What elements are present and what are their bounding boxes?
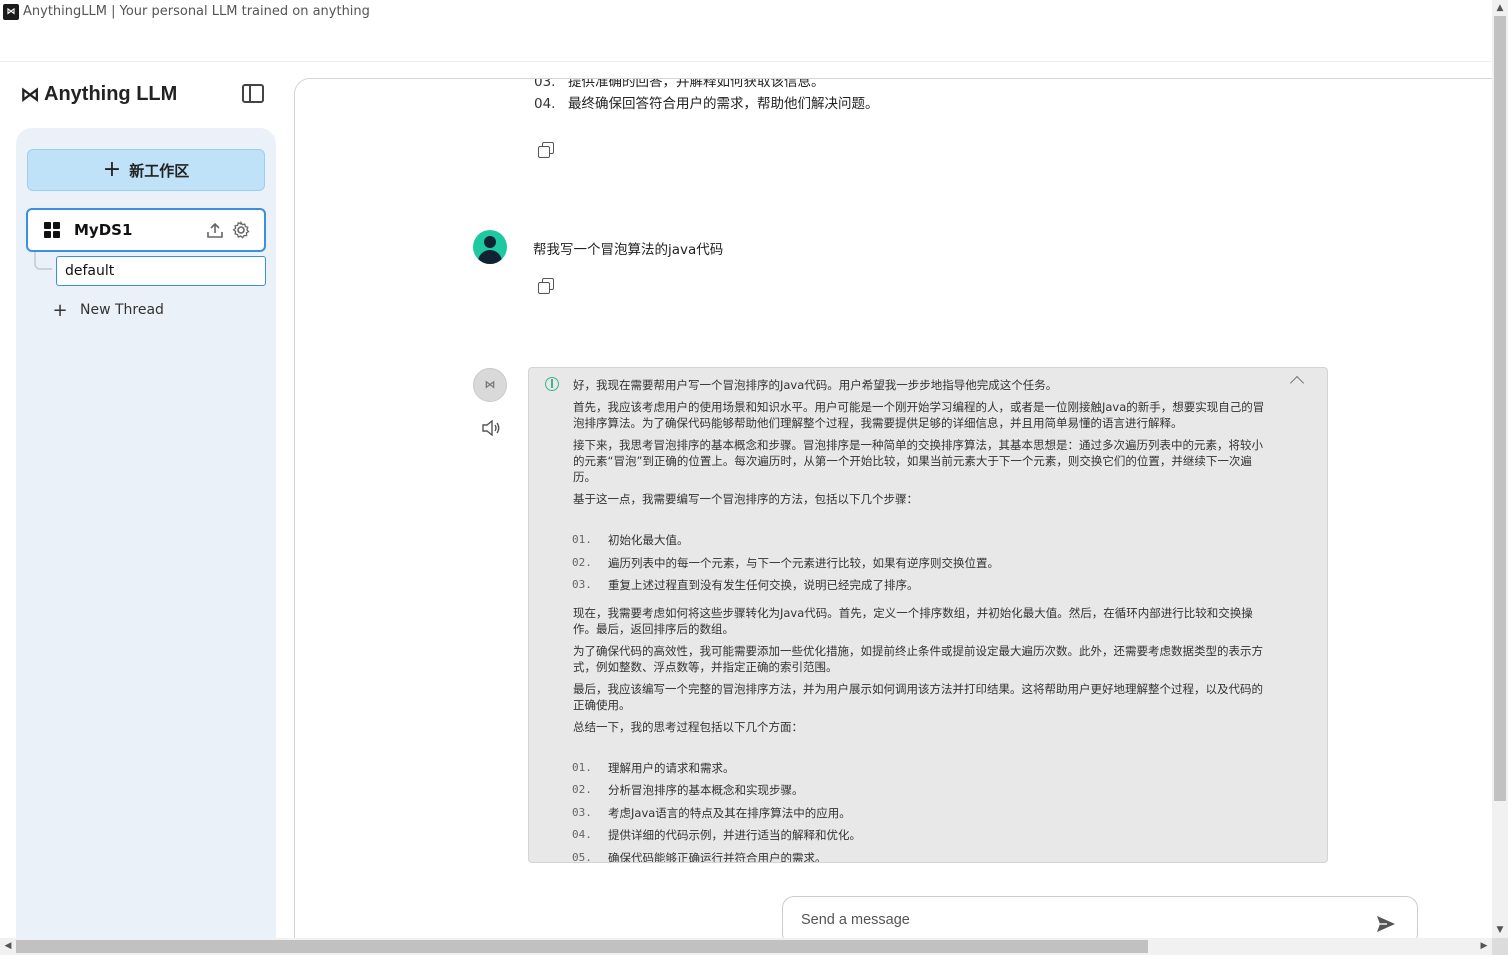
thinking-content: 好，我现在需要帮用户写一个冒泡排序的Java代码。用户希望我一步步地指导他完成这… xyxy=(572,377,1273,863)
thinking-paragraph: 最后，我应该编写一个完整的冒泡排序方法，并为用户展示如何调用该方法并打印结果。这… xyxy=(573,681,1263,712)
copy-icon[interactable] xyxy=(538,278,554,294)
thinking-paragraph: 为了确保代码的高效性，我可能需要添加一些优化措施，如提前终止条件或提前设定最大遍… xyxy=(573,643,1263,674)
app-logo: ⋈ Anything LLM xyxy=(20,80,177,108)
list-item: 04. 最终确保回答符合用户的需求，帮助他们解决问题。 xyxy=(534,96,879,112)
logo-text: Anything LLM xyxy=(44,82,178,105)
gear-icon[interactable] xyxy=(232,221,250,239)
list-item: 03. 重复上述过程直到没有发生任何交换，说明已经完成了排序。 xyxy=(572,578,919,592)
thinking-paragraph: 好，我现在需要帮用户写一个冒泡排序的Java代码。用户希望我一步步地指导他完成这… xyxy=(573,378,1058,392)
scroll-right-icon[interactable]: ▶ xyxy=(1476,938,1492,955)
user-avatar xyxy=(473,230,507,264)
list-item: 01. 理解用户的请求和需求。 xyxy=(572,760,735,775)
scrollbar-corner xyxy=(1492,938,1508,955)
send-icon[interactable] xyxy=(1376,915,1396,933)
sidebar-toggle-icon[interactable] xyxy=(242,84,264,103)
thread-item-default[interactable]: default xyxy=(56,256,266,286)
vertical-scrollbar[interactable]: ▲ ▼ xyxy=(1492,0,1508,938)
list-item: 04. 提供详细的代码示例，并进行适当的解释和优化。 xyxy=(572,828,861,842)
message-input[interactable] xyxy=(801,909,1361,931)
list-item: 03. 提供准确的回答，并解释如何获取该信息。 xyxy=(534,78,825,90)
horizontal-scrollbar[interactable]: ◀ ▶ xyxy=(0,938,1492,955)
user-message: 帮我写一个冒泡算法的java代码 xyxy=(533,242,724,258)
message-composer xyxy=(782,896,1418,940)
thinking-paragraph: 基于这一点，我需要编写一个冒泡排序的方法，包括以下几个步骤： xyxy=(573,492,918,506)
new-thread-label: New Thread xyxy=(80,302,164,318)
new-workspace-label: 新工作区 xyxy=(129,161,190,180)
thread-connector xyxy=(34,252,52,270)
new-thread-button[interactable]: + New Thread xyxy=(52,298,164,322)
app-logo-icon: ⋈ xyxy=(3,4,19,20)
list-item: 02. 分析冒泡排序的基本概念和实现步骤。 xyxy=(572,783,804,797)
list-item: 03. 考虑Java语言的特点及其在排序算法中的应用。 xyxy=(572,805,851,820)
speaker-icon[interactable] xyxy=(481,420,501,436)
vertical-scrollbar-thumb[interactable] xyxy=(1494,16,1506,801)
brain-icon xyxy=(545,377,559,391)
plus-icon: + xyxy=(52,299,68,321)
thinking-paragraph: 总结一下，我的思考过程包括以下几个方面： xyxy=(573,719,803,734)
plus-icon: + xyxy=(102,157,122,182)
copy-icon[interactable] xyxy=(538,142,554,158)
list-item: 02. 遍历列表中的每一个元素，与下一个元素进行比较，如果有逆序则交换位置。 xyxy=(572,555,999,570)
workspace-grid-icon xyxy=(44,222,60,238)
chevron-up-icon[interactable] xyxy=(1289,375,1305,391)
bot-avatar: ⋈ xyxy=(473,368,507,402)
logo-mark-icon: ⋈ xyxy=(20,82,40,106)
workspace-item-myds1[interactable]: MyDS1 xyxy=(26,208,266,252)
list-item: 05. 确保代码能够正确运行并符合用户的需求。 xyxy=(572,850,827,863)
horizontal-scrollbar-thumb[interactable] xyxy=(16,940,1148,953)
upload-icon[interactable] xyxy=(206,221,224,239)
list-item: 01. 初始化最大值。 xyxy=(572,533,689,547)
thinking-panel: 好，我现在需要帮用户写一个冒泡排序的Java代码。用户希望我一步步地指导他完成这… xyxy=(528,367,1328,863)
workspace-name: MyDS1 xyxy=(74,221,133,239)
window-title: AnythingLLM | Your personal LLM trained … xyxy=(23,4,370,19)
scroll-left-icon[interactable]: ◀ xyxy=(0,938,16,955)
previous-response-list: 03. 提供准确的回答，并解释如何获取该信息。 04. 最终确保回答符合用户的需… xyxy=(534,78,1234,115)
new-workspace-button[interactable]: + 新工作区 xyxy=(27,149,265,191)
thinking-paragraph: 接下来，我思考冒泡排序的基本概念和步骤。冒泡排序是一种简单的交换排序算法，其基本… xyxy=(573,438,1263,484)
window-titlebar: ⋈ AnythingLLM | Your personal LLM traine… xyxy=(0,0,1492,62)
scroll-down-icon[interactable]: ▼ xyxy=(1492,922,1508,938)
chat-panel: 03. 提供准确的回答，并解释如何获取该信息。 04. 最终确保回答符合用户的需… xyxy=(294,78,1492,940)
thinking-paragraph: 首先，我应该考虑用户的使用场景和知识水平。用户可能是一个刚开始学习编程的人，或者… xyxy=(573,400,1265,430)
scroll-up-icon[interactable]: ▲ xyxy=(1492,0,1508,16)
thinking-paragraph: 现在，我需要考虑如何将这些步骤转化为Java代码。首先，定义一个排序数组，并初始… xyxy=(573,605,1253,636)
